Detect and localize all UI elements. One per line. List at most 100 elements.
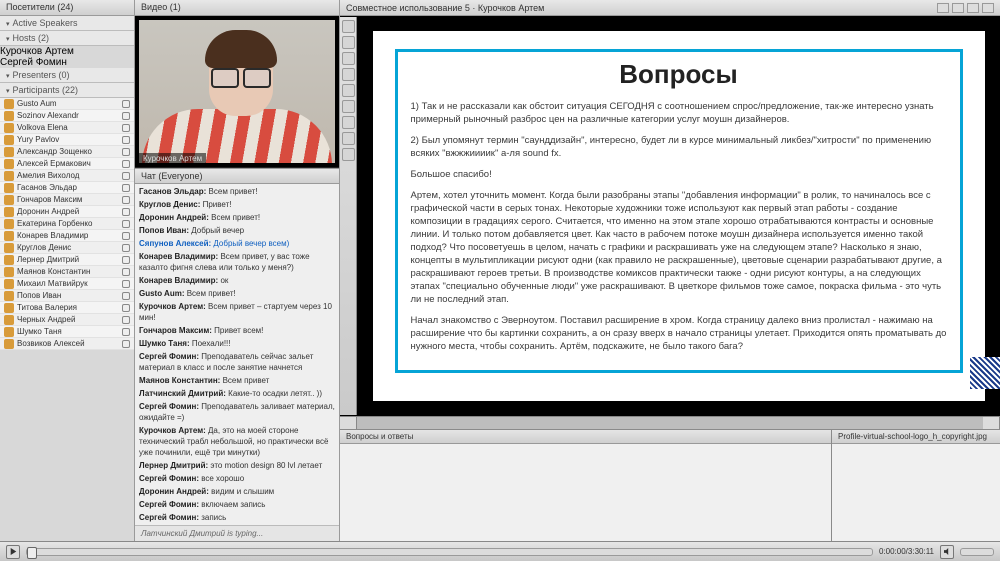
user-icon <box>4 315 14 325</box>
user-name: Возвиков Алексей <box>17 339 85 348</box>
tool-shape-icon[interactable] <box>342 84 355 97</box>
perm-icon <box>122 184 130 192</box>
chat-text: видим и слышим <box>211 487 274 496</box>
volume-button[interactable] <box>940 545 954 559</box>
chat-text: ок <box>220 276 228 285</box>
list-item[interactable]: Курочков Артем <box>0 46 134 57</box>
webcam-image <box>139 20 335 163</box>
perm-icon <box>122 328 130 336</box>
tool-text-icon[interactable] <box>342 100 355 113</box>
middle-column: Видео (1) Курочков Артем Чат (Everyone) … <box>135 0 340 541</box>
list-item[interactable]: Гасанов Эльдар <box>0 182 134 194</box>
tool-marker-icon[interactable] <box>342 68 355 81</box>
list-item[interactable]: Возвиков Алексей <box>0 338 134 350</box>
hosts-list: Курочков АртемСергей Фомин <box>0 46 134 68</box>
tool-stamp-icon[interactable] <box>342 132 355 145</box>
video-feed[interactable]: Курочков Артем <box>135 16 339 168</box>
perm-icon <box>122 340 130 348</box>
chat-message: Курочков Артем: Да, это на моей стороне … <box>139 425 335 458</box>
playback-time: 0:00:00/3:30:11 <box>879 547 934 556</box>
chat-log[interactable]: Гасанов Эльдар: Всем привет!Круглов Дени… <box>135 184 339 525</box>
list-item[interactable]: Попов Иван <box>0 290 134 302</box>
slide-frame <box>395 49 963 373</box>
tool-pointer-icon[interactable] <box>342 20 355 33</box>
user-icon <box>4 231 14 241</box>
user-name: Gusto Aum <box>17 99 57 108</box>
share-panel-header: Совместное использование 5 · Курочков Ар… <box>340 0 1000 16</box>
tool-arrow-icon[interactable] <box>342 36 355 49</box>
section-active-speakers[interactable]: Active Speakers <box>0 16 134 31</box>
user-icon <box>4 339 14 349</box>
tool-pen-icon[interactable] <box>342 52 355 65</box>
list-item[interactable]: Конарев Владимир <box>0 230 134 242</box>
chat-text: Добрый вечер всем) <box>213 239 289 248</box>
share-tabs <box>340 416 1000 429</box>
list-item[interactable]: Сергей Фомин <box>0 57 134 68</box>
list-item[interactable]: Sozinov Alexandr <box>0 110 134 122</box>
chat-author: Маянов Константин: <box>139 376 220 385</box>
section-hosts[interactable]: Hosts (2) <box>0 31 134 46</box>
perm-icon <box>122 124 130 132</box>
volume-track[interactable] <box>960 548 994 556</box>
list-item[interactable]: Круглов Денис <box>0 242 134 254</box>
win-btn-4[interactable] <box>982 3 994 13</box>
list-item[interactable]: Гончаров Максим <box>0 194 134 206</box>
list-item[interactable]: Амелия Вихолод <box>0 170 134 182</box>
seek-track[interactable] <box>26 548 873 556</box>
tool-undo-icon[interactable] <box>342 148 355 161</box>
user-name: Амелия Вихолод <box>17 171 79 180</box>
share-tab-2[interactable] <box>983 417 1000 429</box>
seek-thumb[interactable] <box>27 547 37 559</box>
chat-panel-title: Чат (Everyone) <box>135 168 339 184</box>
list-item[interactable]: Volkova Elena <box>0 122 134 134</box>
qa-pod-body[interactable] <box>340 444 831 541</box>
video-panel-title: Видео (1) <box>135 0 339 16</box>
win-btn-3[interactable] <box>967 3 979 13</box>
list-item[interactable]: Титова Валерия <box>0 302 134 314</box>
list-item[interactable]: Екатерина Горбенко <box>0 218 134 230</box>
user-name: Сергей Фомин <box>0 57 67 68</box>
user-icon <box>4 243 14 253</box>
share-panel: Совместное использование 5 · Курочков Ар… <box>340 0 1000 541</box>
chat-author: Курочков Артем: <box>139 302 206 311</box>
share-content: Вопросы 1) Так и не рассказали как обсто… <box>340 16 1000 416</box>
list-item[interactable]: Лернер Дмитрий <box>0 254 134 266</box>
user-icon <box>4 219 14 229</box>
chat-text: Всем привет <box>223 376 270 385</box>
win-btn-1[interactable] <box>937 3 949 13</box>
user-icon <box>4 195 14 205</box>
list-item[interactable]: Михаил Матвийрук <box>0 278 134 290</box>
perm-icon <box>122 172 130 180</box>
file-pod-body[interactable] <box>832 444 1000 541</box>
share-tab-1[interactable] <box>340 417 357 429</box>
section-participants[interactable]: Participants (22) <box>0 83 134 98</box>
list-item[interactable]: Yury Pavlov <box>0 134 134 146</box>
qa-pod-title: Вопросы и ответы <box>340 430 831 444</box>
user-icon <box>4 159 14 169</box>
list-item[interactable]: Алексей Ермакович <box>0 158 134 170</box>
section-presenters[interactable]: Presenters (0) <box>0 68 134 83</box>
chat-text: Всем привет! <box>209 187 258 196</box>
list-item[interactable]: Gusto Aum <box>0 98 134 110</box>
video-caption: Курочков Артем <box>139 153 206 164</box>
playback-bar: 0:00:00/3:30:11 <box>0 541 1000 561</box>
user-icon <box>4 267 14 277</box>
play-button[interactable] <box>6 545 20 559</box>
tool-erase-icon[interactable] <box>342 116 355 129</box>
chat-message: Лернер Дмитрий: это motion design 80 lvl… <box>139 460 335 471</box>
perm-icon <box>122 148 130 156</box>
user-icon <box>4 147 14 157</box>
user-icon <box>4 255 14 265</box>
list-item[interactable]: Александр Зощенко <box>0 146 134 158</box>
resize-grip-icon[interactable] <box>970 357 1000 389</box>
list-item[interactable]: Шумко Таня <box>0 326 134 338</box>
list-item[interactable]: Маянов Константин <box>0 266 134 278</box>
win-btn-2[interactable] <box>952 3 964 13</box>
chat-author: Шумко Таня: <box>139 339 190 348</box>
list-item[interactable]: Доронин Андрей <box>0 206 134 218</box>
user-icon <box>4 303 14 313</box>
user-name: Попов Иван <box>17 291 61 300</box>
list-item[interactable]: Черных Андрей <box>0 314 134 326</box>
slide-viewport[interactable]: Вопросы 1) Так и не рассказали как обсто… <box>357 17 1000 415</box>
chat-text: Добрый вечер <box>191 226 244 235</box>
